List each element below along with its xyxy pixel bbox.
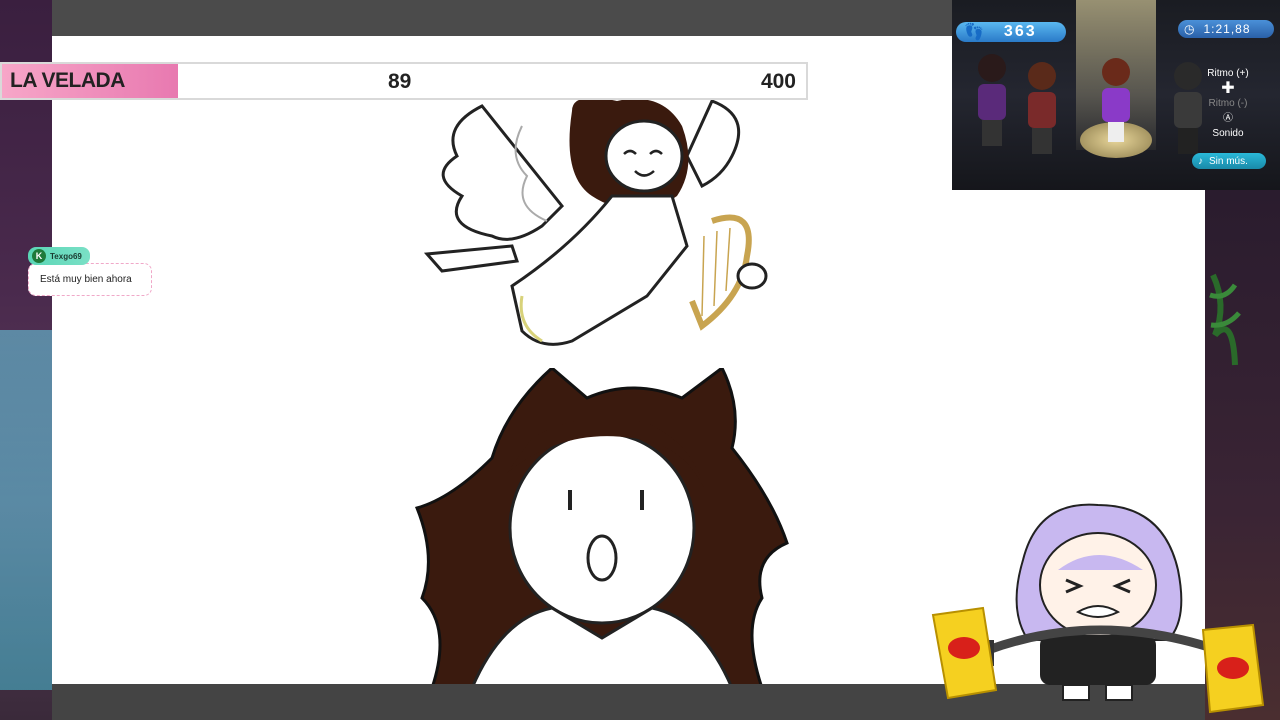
chat-message: K Texgo69 Está muy bien ahora bbox=[28, 246, 152, 296]
mii-character bbox=[1028, 62, 1056, 154]
vtuber-avatar bbox=[931, 503, 1265, 714]
k-badge-icon: K bbox=[32, 249, 46, 263]
chat-bubble: Está muy bien ahora bbox=[28, 263, 152, 296]
music-note-icon: ♪ bbox=[1198, 155, 1203, 167]
mute-label: Sin mús. bbox=[1209, 155, 1248, 167]
sound-hint: Sonido bbox=[1212, 128, 1244, 139]
character-illustration bbox=[414, 368, 789, 688]
goal-progress-bar: LA VELADA 89 400 bbox=[0, 62, 808, 100]
chat-username-badge: K Texgo69 bbox=[28, 247, 90, 265]
control-hints: Ritmo (+) ✚ Ritmo (-) Ⓐ Sonido bbox=[1198, 66, 1258, 141]
game-capture: 👣 363 ◷ 1:21,88 Ritmo (+) ✚ Ritmo (-) Ⓐ … bbox=[952, 0, 1280, 190]
canvas-top-band bbox=[52, 0, 952, 36]
timer-value: 1:21,88 bbox=[1203, 22, 1251, 36]
dpad-icon: ✚ bbox=[1221, 80, 1235, 97]
goal-label: LA VELADA bbox=[2, 64, 178, 98]
mute-badge: ♪ Sin mús. bbox=[1192, 153, 1266, 169]
goal-current-value: 89 bbox=[388, 70, 412, 93]
footprint-icon: 👣 bbox=[964, 24, 986, 41]
chip-bag-right bbox=[1201, 623, 1265, 714]
a-button-icon: Ⓐ bbox=[1223, 113, 1233, 124]
score-value: 363 bbox=[1003, 23, 1037, 40]
score-badge: 👣 363 bbox=[956, 22, 1066, 42]
chip-bag-left bbox=[931, 606, 998, 700]
timer-badge: ◷ 1:21,88 bbox=[1178, 20, 1274, 38]
goal-target-value: 400 bbox=[760, 70, 796, 93]
mii-character bbox=[978, 54, 1006, 146]
chat-username: Texgo69 bbox=[50, 251, 82, 261]
goal-track: 89 400 bbox=[178, 64, 806, 98]
clock-icon: ◷ bbox=[1184, 22, 1196, 36]
mii-character-performer bbox=[1102, 58, 1130, 142]
tempo-up-hint: Ritmo (+) bbox=[1207, 68, 1249, 79]
tempo-down-hint: Ritmo (-) bbox=[1208, 98, 1248, 109]
left-shelf-decor bbox=[0, 330, 56, 690]
plant-decor bbox=[1209, 273, 1241, 366]
angel-illustration bbox=[423, 97, 768, 346]
